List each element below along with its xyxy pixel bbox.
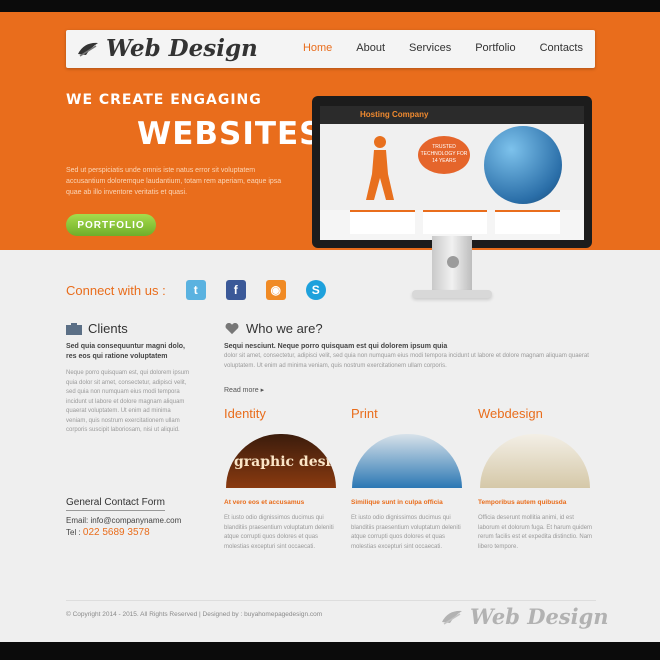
page: Web Design Home About Services Portfolio… [0,0,660,660]
screen-badge: TRUSTED TECHNOLOGY FOR 14 YEARS [418,136,470,174]
footer-logo-text: Web Design [470,604,609,629]
logo-text: Web Design [106,35,258,62]
screen-col [422,210,488,234]
clients-icon [66,322,82,335]
apple-logo-icon [447,256,459,268]
main-nav: Home About Services Portfolio Contacts [303,42,583,54]
identity-lead[interactable]: At vero eos et accusamus [224,499,304,506]
email-value[interactable]: info@companyname.com [90,516,181,525]
who-heading: Who we are? [224,321,323,336]
heart-icon [225,322,239,334]
pen-logo-icon [78,42,98,57]
tel-value: 022 5689 3578 [82,527,150,538]
monitor-mockup: Hosting Company TRUSTED TECHNOLOGY FOR 1… [312,96,592,248]
hero-headline: WEBSITES [137,116,323,152]
who-text: dolor sit amet, consectetur, adipisci ve… [224,353,589,369]
orange-figure-image [366,136,394,200]
print-title: Print [351,406,378,421]
twitter-icon[interactable]: t [185,280,206,300]
hero-tagline: WE CREATE ENGAGING [66,92,262,108]
footer-divider [66,600,596,601]
print-lead[interactable]: Similique sunt in culpa officia [351,499,443,506]
facebook-icon[interactable]: f [225,280,246,300]
skype-icon[interactable]: S [305,280,326,300]
hero-description: Sed ut perspiciatis unde omnis iste natu… [66,167,282,196]
clients-heading: Clients [66,321,128,336]
read-more-link[interactable]: Read more ▸ [224,386,264,394]
nav-portfolio[interactable]: Portfolio [475,42,515,54]
connect-label: Connect with us : [66,282,166,298]
top-navbar: Web Design Home About Services Portfolio… [66,30,595,68]
monitor-screen: Hosting Company TRUSTED TECHNOLOGY FOR 1… [320,106,584,240]
clients-lead: Sed quia consequuntur magni dolo, res eo… [66,343,186,360]
contact-tel-row: Tel : 022 5689 3578 [66,527,150,538]
top-black-border [0,0,660,12]
print-image[interactable] [352,434,462,488]
bottom-black-border [0,642,660,660]
webdesign-lead[interactable]: Temporibus autem quibusda [478,499,566,506]
webdesign-title: Webdesign [478,406,543,421]
who-title: Who we are? [246,321,323,336]
screen-header: Hosting Company [320,106,584,124]
monitor-base [412,290,492,298]
webdesign-text: Officia deserunt mollitia animi, id est … [478,515,593,550]
portfolio-button[interactable]: PORTFOLIO [66,214,156,236]
screen-hero: TRUSTED TECHNOLOGY FOR 14 YEARS [320,124,584,210]
nav-contacts[interactable]: Contacts [540,42,583,54]
nav-about[interactable]: About [356,42,385,54]
screen-site-title: Hosting Company [360,110,429,119]
screen-col [495,210,561,234]
nav-services[interactable]: Services [409,42,451,54]
contact-email-row: Email: info@companyname.com [66,516,181,525]
globe-image [484,126,562,204]
rss-icon[interactable]: ◉ [265,280,286,300]
tel-label: Tel : [66,528,81,537]
who-lead: Sequi nesciunt. Neque porro quisquam est… [224,343,448,350]
identity-title: Identity [224,406,266,421]
identity-image[interactable]: graphic design [226,434,336,488]
hero-banner: Web Design Home About Services Portfolio… [0,12,660,250]
nav-home[interactable]: Home [303,42,332,54]
pen-logo-icon [442,610,462,625]
footer-logo[interactable]: Web Design [440,604,609,629]
clients-text: Neque porro quisquam est, qui dolorem ip… [66,370,190,433]
clients-title: Clients [88,321,128,336]
webdesign-image[interactable] [480,434,590,488]
print-text: Et iusto odio dignissimos ducimus qui bl… [351,515,461,550]
contact-form-title[interactable]: General Contact Form [66,497,165,511]
screen-columns [350,210,561,234]
copyright-text: © Copyright 2014 - 2015. All Rights Rese… [66,611,323,618]
email-label: Email: [66,516,89,525]
screen-col [350,210,415,234]
social-connect: Connect with us : t f ◉ S [66,280,326,300]
logo[interactable]: Web Design [76,35,258,62]
identity-image-text: graphic design [234,454,336,470]
identity-text: Et iusto odio dignissimos ducimus qui bl… [224,515,334,550]
